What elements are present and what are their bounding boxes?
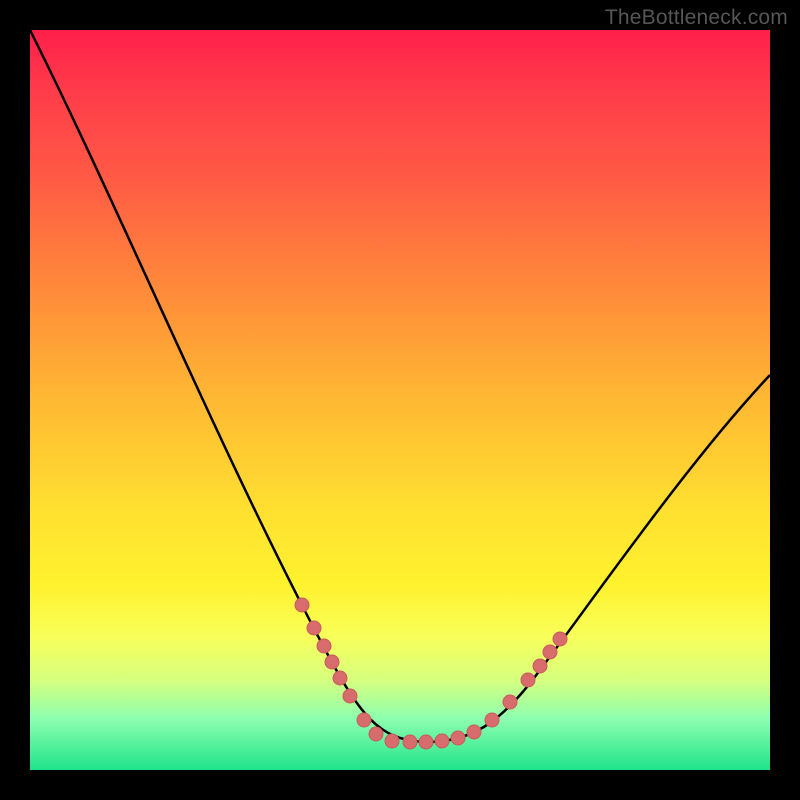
chart-frame: TheBottleneck.com (0, 0, 800, 800)
curve-marker (403, 735, 417, 749)
curve-marker (333, 671, 347, 685)
curve-marker (295, 598, 309, 612)
curve-marker (357, 713, 371, 727)
curve-marker (325, 655, 339, 669)
curve-marker (543, 645, 557, 659)
curve-marker (451, 731, 465, 745)
watermark-text: TheBottleneck.com (605, 6, 788, 30)
curve-marker (343, 689, 357, 703)
curve-marker (485, 713, 499, 727)
curve-marker (317, 639, 331, 653)
curve-marker (419, 735, 433, 749)
marker-group (295, 598, 567, 749)
curve-marker (385, 734, 399, 748)
bottleneck-curve (30, 30, 770, 742)
curve-marker (435, 734, 449, 748)
curve-marker (369, 727, 383, 741)
curve-marker (553, 632, 567, 646)
curve-marker (467, 725, 481, 739)
curve-marker (503, 695, 517, 709)
curve-marker (521, 673, 535, 687)
curve-marker (307, 621, 321, 635)
curve-marker (533, 659, 547, 673)
plot-area (30, 30, 770, 770)
curve-layer (30, 30, 770, 770)
